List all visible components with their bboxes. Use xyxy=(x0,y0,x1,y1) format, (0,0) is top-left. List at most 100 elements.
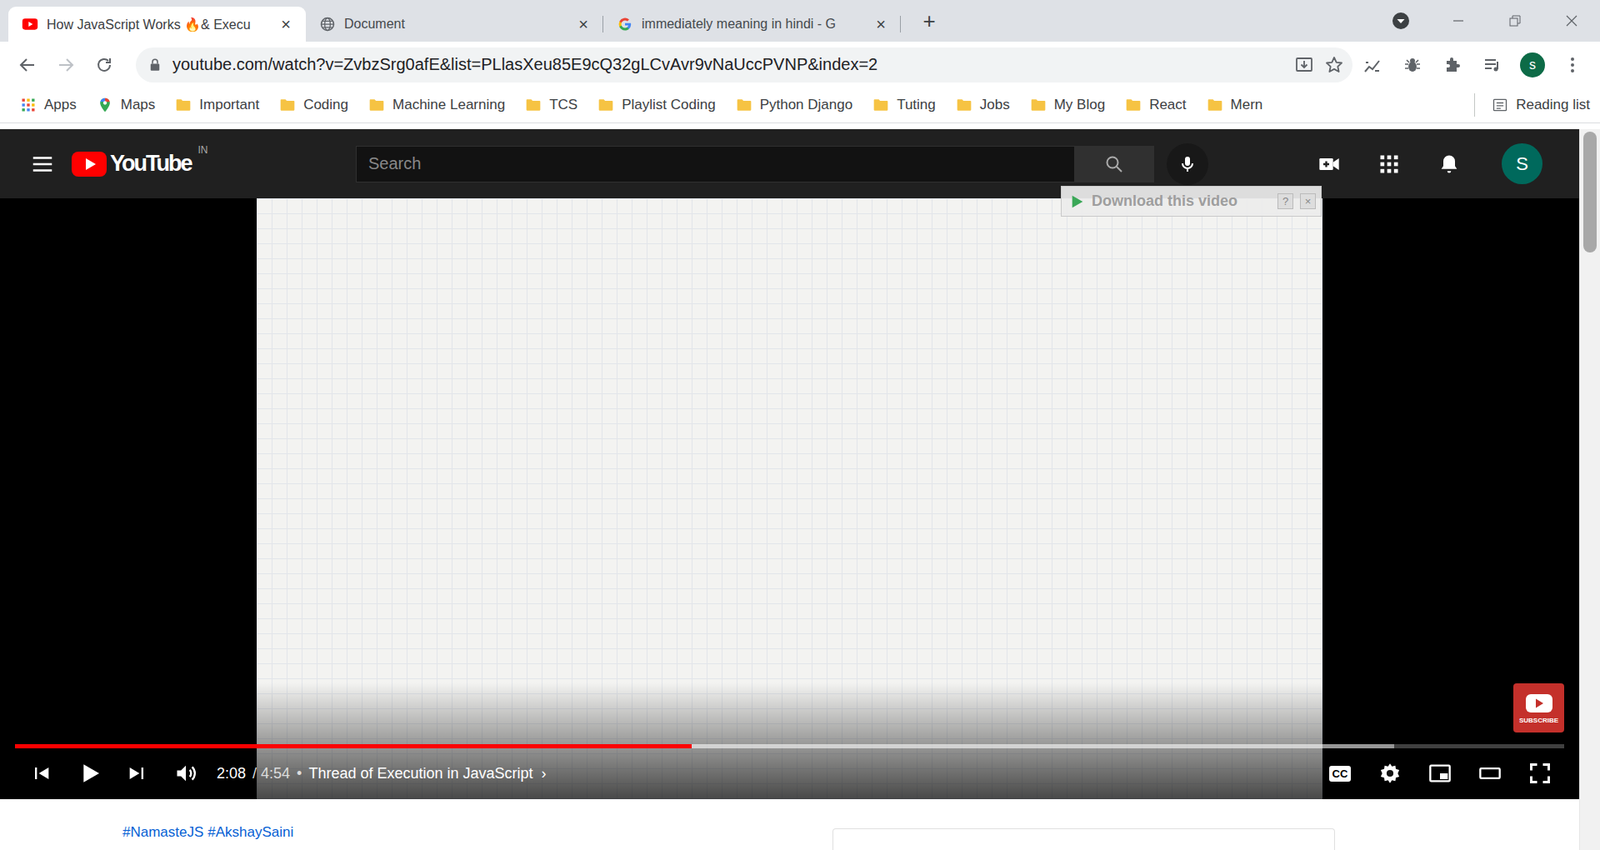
bookmark-item[interactable]: Mern xyxy=(1198,93,1272,117)
search-button[interactable] xyxy=(1074,145,1155,183)
folder-graphic-icon xyxy=(525,96,542,114)
folder-icon xyxy=(1125,96,1142,114)
profile-button[interactable]: s xyxy=(1512,45,1553,85)
bookmark-item[interactable]: Maps xyxy=(88,93,165,117)
address-text[interactable]: youtube.com/watch?v=ZvbzSrg0afE&list=PLl… xyxy=(172,55,1285,75)
restore-button[interactable] xyxy=(1486,0,1544,42)
bookmark-item[interactable]: Playlist Coding xyxy=(589,93,724,117)
previous-button[interactable] xyxy=(16,752,65,795)
back-arrow-button[interactable] xyxy=(8,45,47,85)
reading-list-icon xyxy=(1491,96,1509,114)
watermark-label: SUBSCRIBE xyxy=(1519,716,1559,725)
volume-button[interactable] xyxy=(161,752,210,795)
create-video-button[interactable] xyxy=(1299,143,1360,185)
settings-gear-icon xyxy=(1378,761,1402,785)
account-avatar[interactable]: S xyxy=(1501,143,1543,185)
separator: • xyxy=(296,765,302,783)
hashtag-link[interactable]: #NamasteJS xyxy=(122,824,204,840)
folder-graphic-icon xyxy=(279,96,296,114)
bookmark-label: TCS xyxy=(549,96,578,114)
tab[interactable]: Document× xyxy=(305,6,604,42)
tab-search-graphic-icon xyxy=(1391,11,1410,30)
youtube-watermark-graphic-icon xyxy=(1524,692,1555,715)
globe-favicon-graphic-icon xyxy=(319,15,336,33)
folder-graphic-icon xyxy=(735,96,753,114)
subscribe-watermark[interactable]: SUBSCRIBE xyxy=(1513,683,1565,733)
bookmark-item[interactable]: Coding xyxy=(270,93,357,117)
voice-search-button[interactable] xyxy=(1166,143,1209,185)
hamburger-menu-icon[interactable] xyxy=(30,151,55,177)
miniplayer-graphic-icon xyxy=(1428,761,1452,785)
bell-button[interactable] xyxy=(1419,143,1480,185)
folder-graphic-icon xyxy=(1206,96,1224,114)
tab-close-button[interactable]: × xyxy=(573,15,594,35)
progress-track[interactable] xyxy=(15,744,1565,749)
tab[interactable]: How JavaScript Works 🔥& Execu× xyxy=(8,6,306,42)
new-tab-button[interactable]: + xyxy=(912,10,946,32)
search-input[interactable] xyxy=(355,145,1075,183)
bookmark-item[interactable]: Apps xyxy=(11,93,85,117)
window-controls xyxy=(1430,0,1600,42)
apps-grid-button[interactable] xyxy=(1359,143,1420,185)
puzzle-extensions-button[interactable] xyxy=(1432,45,1473,85)
chapter-arrow: › xyxy=(541,765,547,783)
tab[interactable]: immediately meaning in hindi - G × xyxy=(603,6,901,42)
bookmark-item[interactable]: Machine Learning xyxy=(360,93,514,117)
tab-search-icon[interactable] xyxy=(1391,11,1410,30)
scrollbar[interactable] xyxy=(1579,129,1600,850)
settings-gear-button[interactable] xyxy=(1365,752,1415,795)
bell-graphic-icon xyxy=(1437,152,1461,176)
bug-extension-button[interactable] xyxy=(1392,45,1433,85)
google-favicon-icon xyxy=(616,15,634,33)
tab-title: immediately meaning in hindi - G xyxy=(641,16,863,32)
scrollbar-thumb[interactable] xyxy=(1583,131,1597,253)
google-favicon-graphic-icon xyxy=(616,15,634,33)
hashtag-link[interactable]: #AkshaySaini xyxy=(207,824,294,840)
video-player[interactable]: 2:08/ 4:54•Thread of Execution in JavaSc… xyxy=(0,198,1580,800)
download-overlay[interactable]: Download this video? × xyxy=(1060,185,1322,217)
folder-graphic-icon xyxy=(1125,96,1142,114)
minimize-graphic-icon xyxy=(1451,14,1465,28)
reading-list-button[interactable]: Reading list xyxy=(1474,93,1600,117)
media-queue-button[interactable] xyxy=(1472,45,1513,85)
close-window-button[interactable] xyxy=(1543,0,1600,42)
hamburger-menu-graphic-icon xyxy=(30,151,55,177)
help-button[interactable]: ? xyxy=(1277,193,1294,210)
download-label[interactable]: Download this video xyxy=(1091,192,1238,210)
address-bar[interactable]: youtube.com/watch?v=ZvbzSrg0afE&list=PLl… xyxy=(135,47,1353,83)
bookmark-item[interactable]: My Blog xyxy=(1021,93,1114,117)
tab-close-button[interactable]: × xyxy=(275,15,296,35)
play-icon xyxy=(75,760,103,787)
tab-close-button[interactable]: × xyxy=(870,15,891,35)
reload-graphic-icon xyxy=(94,55,115,75)
bookmark-item[interactable]: TCS xyxy=(516,93,586,117)
bookmark-label: Machine Learning xyxy=(392,96,505,114)
miniplayer-button[interactable] xyxy=(1415,752,1465,795)
minimize-button[interactable] xyxy=(1430,0,1487,42)
chart-extension-graphic-icon xyxy=(1362,55,1383,75)
captions-button[interactable]: CC xyxy=(1315,752,1365,795)
bookmark-label: Apps xyxy=(44,96,77,114)
maps-pin-icon xyxy=(96,96,114,114)
menu-button[interactable] xyxy=(1552,45,1593,85)
bookmark-item[interactable]: Important xyxy=(166,93,268,117)
star-icon[interactable] xyxy=(1324,55,1345,75)
chart-extension-button[interactable] xyxy=(1352,45,1393,85)
reload-button[interactable] xyxy=(85,45,124,85)
bug-extension-graphic-icon xyxy=(1402,55,1423,75)
bookmark-item[interactable]: Python Django xyxy=(727,93,862,117)
install-icon[interactable] xyxy=(1294,55,1315,75)
chapter-button[interactable]: Thread of Execution in JavaScript› xyxy=(308,765,546,783)
forward-arrow-button[interactable] xyxy=(46,45,85,85)
fullscreen-button[interactable] xyxy=(1515,752,1565,795)
theater-mode-button[interactable] xyxy=(1465,752,1515,795)
youtube-logo[interactable]: YouTubeIN xyxy=(71,150,208,177)
close-overlay-button[interactable]: × xyxy=(1300,193,1316,210)
folder-icon xyxy=(1030,96,1047,114)
bookmark-item[interactable]: Jobs xyxy=(947,93,1019,117)
reading-list-label: Reading list xyxy=(1515,96,1590,114)
bookmark-item[interactable]: Tuting xyxy=(864,93,945,117)
bookmark-item[interactable]: React xyxy=(1116,93,1195,117)
next-button[interactable] xyxy=(113,752,162,795)
play-button[interactable] xyxy=(65,752,114,795)
